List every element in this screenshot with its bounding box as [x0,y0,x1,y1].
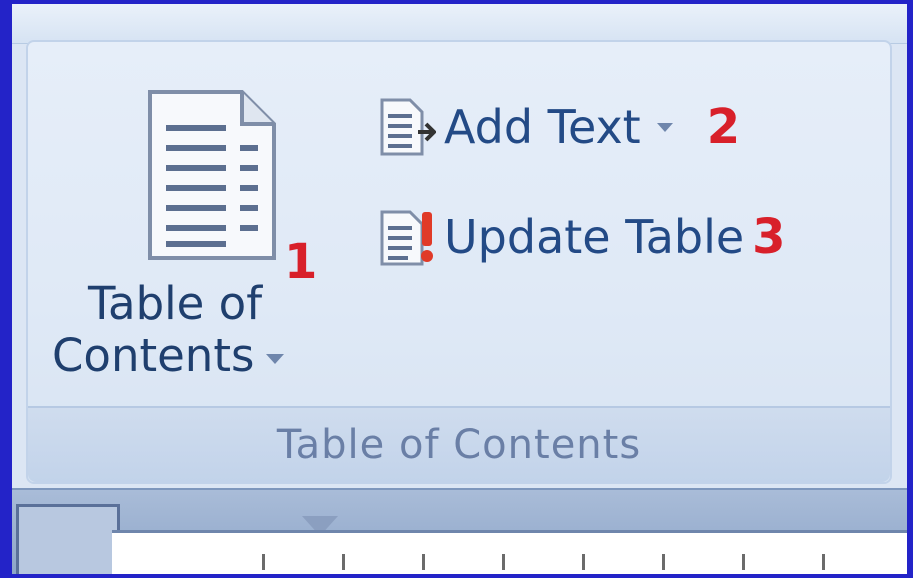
ruler-tick [342,554,345,570]
horizontal-ruler[interactable] [112,530,907,574]
ruler-tick [822,554,825,570]
add-text-icon [380,98,436,156]
update-table-icon [380,210,433,266]
ruler-tick [502,554,505,570]
ruler-tick [662,554,665,570]
ruler-tick [742,554,745,570]
group-footer: Table of Contents [28,406,890,482]
marker-2: 2 [706,99,741,155]
update-table-label: Update Table [444,210,745,264]
ruler-tick [582,554,585,570]
chevron-down-icon [656,122,673,132]
tab-selector[interactable] [16,504,120,574]
add-text-button[interactable]: Add Text 2 [378,92,740,162]
add-text-label: Add Text [444,100,641,154]
table-of-contents-label: Table of Contents [52,278,352,382]
chevron-down-icon [266,354,285,364]
marker-3: 3 [752,209,786,265]
update-table-button[interactable]: Update Table 3 [378,202,786,272]
ribbon-group-table-of-contents: 1 Table of Contents Add Text 2 Update Ta… [26,40,892,484]
ruler-tick [262,554,265,570]
toc-label-line1: Table of [88,277,263,330]
ribbon-top-strip [12,4,907,44]
ruler-tick [422,554,425,570]
toc-label-line2: Contents [52,329,255,382]
group-label: Table of Contents [276,422,642,468]
ruler-area [12,488,907,574]
document-list-icon [148,90,276,260]
table-of-contents-button[interactable]: 1 Table of Contents [52,82,352,402]
screenshot-frame: 1 Table of Contents Add Text 2 Update Ta… [0,0,913,578]
